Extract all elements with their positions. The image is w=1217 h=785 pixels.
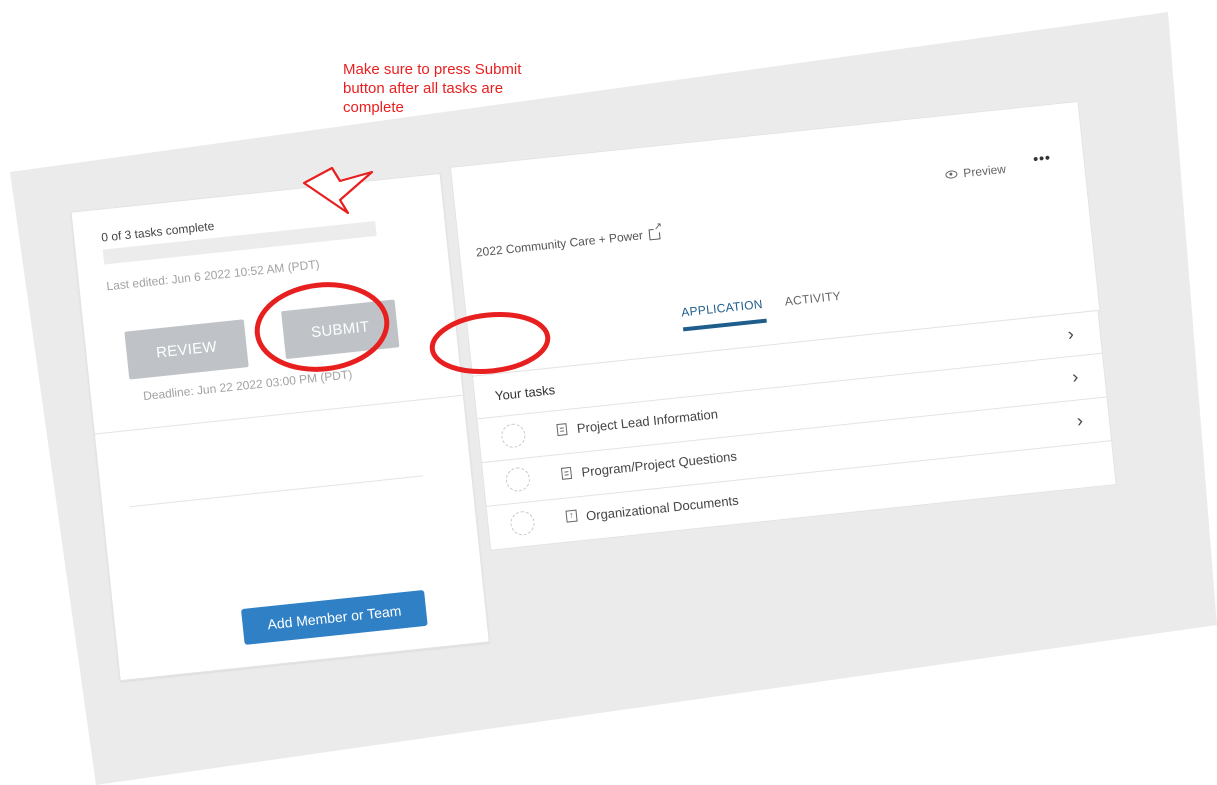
annotation-note: Make sure to press Submit button after a… bbox=[343, 61, 522, 116]
submit-button[interactable]: SUBMIT bbox=[281, 299, 400, 360]
chevron-right-icon: › bbox=[1075, 410, 1084, 431]
upload-icon: ↑ bbox=[565, 509, 578, 523]
preview-button[interactable]: Preview bbox=[945, 162, 1007, 182]
tab-activity[interactable]: ACTIVITY bbox=[784, 289, 842, 309]
your-tasks-heading: Your tasks bbox=[494, 382, 556, 404]
external-link-icon bbox=[648, 227, 661, 240]
eye-icon bbox=[945, 169, 958, 180]
task-label: Program/Project Questions bbox=[580, 448, 738, 480]
tab-application[interactable]: APPLICATION bbox=[681, 297, 764, 319]
incomplete-status-icon bbox=[509, 510, 536, 537]
program-title: 2022 Community Care + Power bbox=[475, 228, 644, 260]
more-options-icon[interactable]: ••• bbox=[1032, 149, 1051, 167]
last-edited-timestamp: Last edited: Jun 6 2022 10:52 AM (PDT) bbox=[105, 257, 321, 294]
document-icon bbox=[556, 423, 568, 437]
active-tab-indicator bbox=[682, 318, 767, 332]
section-divider bbox=[129, 475, 424, 508]
incomplete-status-icon bbox=[504, 466, 532, 493]
tasks-progress-fill bbox=[102, 249, 105, 265]
task-label: Organizational Documents bbox=[585, 492, 740, 524]
incomplete-status-icon bbox=[500, 422, 527, 449]
application-status-card: 0 of 3 tasks complete Last edited: Jun 6… bbox=[70, 172, 490, 682]
app-window: 0 of 3 tasks complete Last edited: Jun 6… bbox=[0, 0, 1217, 781]
document-icon bbox=[560, 466, 573, 480]
screenshot-stage: 0 of 3 tasks complete Last edited: Jun 6… bbox=[0, 0, 1217, 785]
review-button[interactable]: REVIEW bbox=[124, 319, 249, 380]
program-title-link[interactable]: 2022 Community Care + Power bbox=[475, 226, 661, 260]
preview-label: Preview bbox=[962, 161, 1007, 181]
add-member-or-team-button[interactable]: Add Member or Team bbox=[240, 589, 428, 645]
task-label: Project Lead Information bbox=[576, 406, 719, 437]
chevron-right-icon: › bbox=[1071, 366, 1080, 387]
chevron-right-icon: › bbox=[1066, 323, 1075, 345]
